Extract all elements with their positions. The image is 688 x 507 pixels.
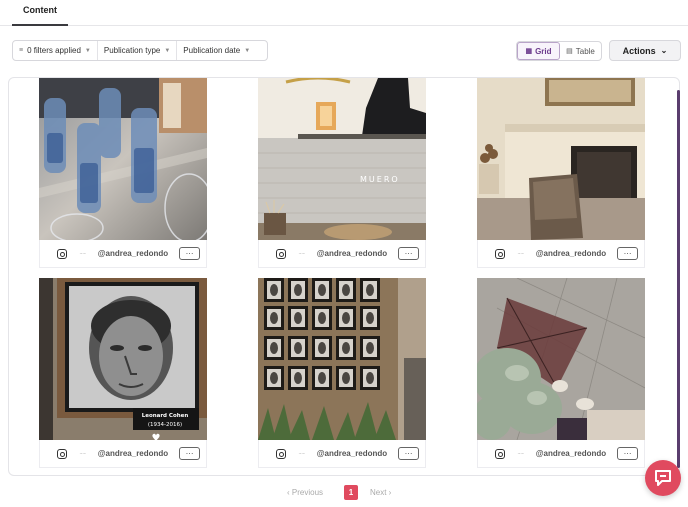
brand-logo: ~~ [517, 450, 525, 456]
grid-view-button[interactable]: ▦ Grid [517, 42, 560, 60]
post-image[interactable] [39, 78, 207, 240]
instagram-icon [276, 448, 286, 459]
post-image[interactable] [477, 278, 645, 440]
next-page-button[interactable]: Next › [370, 488, 391, 497]
actions-label: Actions [622, 45, 656, 56]
page-number-current[interactable]: 1 [344, 485, 358, 500]
brand-logo: ~~ [517, 250, 525, 256]
post-image[interactable] [477, 78, 645, 240]
post-card[interactable]: Leonard Cohen (1934-2016) ♥ ~~ @andrea_r… [39, 278, 207, 468]
post-meta: ~~ @andrea_redondo ··· [258, 240, 426, 268]
portrait-caption-name: Leonard Cohen [142, 413, 189, 419]
pagination: ‹ Previous 1 Next › [0, 485, 688, 500]
content-grid: ~~ @andrea_redondo ··· MUERO ~~ @andrea_… [8, 77, 680, 476]
filter-icon: ≡ [19, 47, 24, 54]
brand-logo: ~~ [298, 450, 306, 456]
more-options-button[interactable]: ··· [617, 447, 638, 460]
post-card[interactable]: ~~ @andrea_redondo ··· [477, 78, 645, 268]
post-meta: ~~ @andrea_redondo ··· [39, 440, 207, 468]
more-options-button[interactable]: ··· [398, 447, 419, 460]
filter-group: ≡ 0 filters applied ▼ Publication type ▼… [12, 40, 268, 61]
post-handle[interactable]: @andrea_redondo [98, 449, 168, 458]
publication-date-dropdown[interactable]: Publication date ▼ [177, 41, 256, 60]
table-label: Table [575, 46, 595, 56]
brand-logo: ~~ [298, 250, 306, 256]
more-options-button[interactable]: ··· [179, 247, 200, 260]
publication-date-label: Publication date [183, 46, 241, 55]
previous-page-button[interactable]: ‹ Previous [287, 488, 323, 497]
portrait-caption-years: (1934-2016) [148, 422, 182, 428]
table-view-button[interactable]: ▤ Table [560, 42, 601, 60]
post-card[interactable]: ~~ @andrea_redondo ··· [477, 278, 645, 468]
filters-applied-label: 0 filters applied [27, 46, 81, 55]
actions-button[interactable]: Actions ⌄ [609, 40, 681, 61]
grid-label: Grid [535, 46, 552, 56]
chevron-down-icon: ⌄ [660, 46, 668, 55]
scrollbar[interactable] [677, 90, 680, 468]
previous-label: Previous [291, 488, 324, 497]
brand-logo: ~~ [79, 250, 87, 256]
post-card[interactable]: ~~ @andrea_redondo ··· [258, 278, 426, 468]
chat-support-button[interactable] [645, 460, 681, 496]
tab-bar: Content [0, 0, 688, 26]
post-handle[interactable]: @andrea_redondo [317, 449, 387, 458]
post-meta: ~~ @andrea_redondo ··· [39, 240, 207, 268]
post-card[interactable]: ~~ @andrea_redondo ··· [39, 78, 207, 268]
publication-type-label: Publication type [103, 46, 161, 55]
post-meta: ~~ @andrea_redondo ··· [477, 240, 645, 268]
instagram-icon [495, 248, 505, 259]
instagram-icon [495, 448, 505, 459]
next-label: Next [370, 488, 387, 497]
view-toggle: ▦ Grid ▤ Table [516, 41, 602, 61]
publication-type-dropdown[interactable]: Publication type ▼ [98, 41, 178, 60]
post-handle[interactable]: @andrea_redondo [98, 249, 168, 258]
chevron-down-icon: ▼ [84, 47, 91, 54]
more-options-button[interactable]: ··· [617, 247, 638, 260]
post-meta: ~~ @andrea_redondo ··· [258, 440, 426, 468]
post-handle[interactable]: @andrea_redondo [317, 249, 387, 258]
post-image[interactable]: MUERO [258, 78, 426, 240]
instagram-icon [57, 448, 67, 459]
grid-icon: ▦ [525, 48, 533, 55]
more-options-button[interactable]: ··· [398, 247, 419, 260]
chevron-down-icon: ▼ [164, 47, 171, 54]
chevron-down-icon: ▼ [244, 47, 251, 54]
more-options-button[interactable]: ··· [179, 447, 200, 460]
instagram-icon [57, 248, 67, 259]
post-handle[interactable]: @andrea_redondo [536, 449, 606, 458]
post-handle[interactable]: @andrea_redondo [536, 249, 606, 258]
tab-content[interactable]: Content [12, 0, 68, 26]
post-card[interactable]: MUERO ~~ @andrea_redondo ··· [258, 78, 426, 268]
instagram-icon [276, 248, 286, 259]
post-image[interactable]: Leonard Cohen (1934-2016) ♥ [39, 278, 207, 440]
brand-logo: ~~ [79, 450, 87, 456]
filters-applied-dropdown[interactable]: ≡ 0 filters applied ▼ [13, 41, 98, 60]
chat-icon [655, 470, 671, 486]
table-icon: ▤ [566, 48, 573, 55]
sign-text: MUERO [360, 175, 400, 184]
svg-text:♥: ♥ [152, 433, 161, 440]
post-meta: ~~ @andrea_redondo ··· [477, 440, 645, 468]
post-image[interactable] [258, 278, 426, 440]
